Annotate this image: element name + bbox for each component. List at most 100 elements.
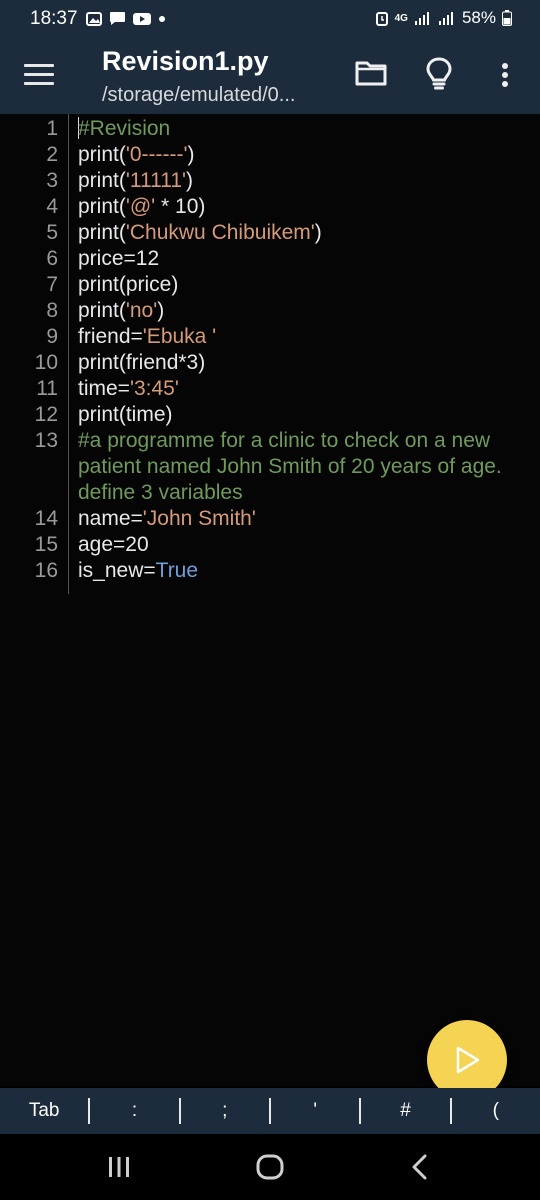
code-text: #a programme for a clinic to check on a …	[78, 428, 533, 506]
code-token: print(	[78, 169, 126, 192]
hint-button[interactable]	[422, 56, 456, 92]
code-token: )	[157, 299, 165, 322]
line-number: 16	[34, 559, 58, 582]
code-text: friend='Ebuka '	[78, 324, 216, 350]
menu-button[interactable]	[24, 64, 54, 88]
navigation-bar	[0, 1134, 540, 1200]
line-number: 3	[46, 169, 58, 192]
more-options-button[interactable]	[494, 58, 516, 92]
line-number: 1	[46, 117, 58, 140]
code-comment: #a programme for a clinic to check on a …	[78, 429, 502, 504]
code-token: print(	[78, 221, 126, 244]
alarm-icon	[375, 12, 388, 26]
file-title: Revision1.py	[102, 46, 269, 76]
battery-icon	[502, 10, 512, 26]
line-number: 7	[46, 273, 58, 296]
nav-home-icon	[256, 1154, 284, 1180]
code-token: * 10)	[155, 195, 206, 218]
network-type: 4G	[394, 12, 408, 24]
code-comment: #Revision	[78, 117, 171, 140]
code-text: print('0------')	[78, 142, 195, 168]
app-bar: Revision1.py /storage/emulated/0...	[0, 38, 540, 114]
more-vert-icon	[502, 63, 508, 87]
open-folder-button[interactable]	[354, 58, 388, 92]
code-text: name='John Smith'	[78, 506, 256, 532]
code-text: print(time)	[78, 402, 173, 428]
signal-icon	[414, 12, 429, 25]
code-token: age=20	[78, 533, 149, 556]
code-token: print(	[78, 195, 126, 218]
code-string: '@'	[125, 195, 156, 218]
signal-icon-2	[438, 12, 453, 25]
code-string: 'Ebuka '	[142, 325, 217, 348]
code-text: print('Chukwu Chibuikem')	[78, 220, 322, 246]
line-number: 13	[34, 429, 58, 452]
nav-back-icon	[412, 1154, 427, 1180]
play-icon	[456, 1046, 480, 1074]
symbol-bar: Tab:; ' #(	[0, 1088, 540, 1134]
code-text: #Revision	[78, 116, 170, 142]
code-string: 'no'	[125, 299, 158, 322]
code-token: name=	[78, 507, 143, 530]
folder-icon	[355, 61, 387, 86]
battery-level: 58%	[461, 8, 496, 27]
code-token: print(price)	[78, 273, 179, 296]
symbol-key[interactable]: Tab	[0, 1088, 88, 1134]
home-button[interactable]	[256, 1154, 284, 1185]
nav-recents-icon	[109, 1157, 129, 1177]
gutter-divider	[68, 114, 69, 594]
code-string: 'Chukwu Chibuikem'	[125, 221, 315, 244]
code-text: print(friend*3)	[78, 350, 205, 376]
menu-icon	[24, 64, 54, 85]
code-text: print('11111')	[78, 168, 193, 194]
code-token: )	[186, 169, 194, 192]
back-button[interactable]	[410, 1154, 430, 1185]
dot-icon	[159, 15, 165, 22]
code-token: time=	[78, 377, 130, 400]
status-time: 18:37	[30, 8, 78, 29]
line-number: 8	[46, 299, 58, 322]
symbol-key[interactable]: (	[452, 1088, 540, 1134]
code-string: '0------'	[125, 143, 188, 166]
code-token: )	[314, 221, 322, 244]
code-keyword: True	[155, 559, 199, 582]
code-text: is_new=True	[78, 558, 198, 584]
code-string: '3:45'	[129, 377, 179, 400]
code-token: print(time)	[78, 403, 173, 426]
code-text: print(price)	[78, 272, 178, 298]
code-text: price=12	[78, 246, 159, 272]
line-number: 14	[34, 507, 58, 530]
symbol-key[interactable]: :	[90, 1088, 178, 1134]
code-string: 'John Smith'	[142, 507, 256, 530]
symbol-key[interactable]: ;	[181, 1088, 269, 1134]
recents-button[interactable]	[106, 1156, 132, 1183]
lightbulb-icon	[426, 57, 452, 90]
symbol-key[interactable]: '	[271, 1088, 359, 1134]
line-number: 9	[46, 325, 58, 348]
code-text: print('@' * 10)	[78, 194, 205, 220]
code-token: price=12	[78, 247, 160, 270]
line-number: 6	[46, 247, 58, 270]
file-path: /storage/emulated/0...	[102, 84, 296, 106]
code-token: print(	[78, 143, 126, 166]
line-number: 2	[46, 143, 58, 166]
gallery-icon	[86, 11, 102, 26]
message-icon	[110, 12, 125, 25]
line-number: 11	[36, 377, 58, 400]
code-text: print('no')	[78, 298, 164, 324]
code-token: print(friend*3)	[78, 351, 206, 374]
symbol-key[interactable]: #	[361, 1088, 449, 1134]
code-token: friend=	[78, 325, 143, 348]
line-number: 4	[46, 195, 58, 218]
line-number: 5	[46, 221, 58, 244]
status-bar: 18:37 4G 58%	[0, 0, 540, 38]
code-string: '11111'	[125, 169, 187, 192]
youtube-icon	[133, 12, 151, 25]
code-token: )	[187, 143, 195, 166]
code-token: is_new=	[78, 559, 156, 582]
code-editor[interactable]: 1 #Revision 2 print('0------') 3 print('11111…	[0, 114, 540, 1086]
line-number: 10	[34, 351, 58, 374]
line-number: 12	[34, 403, 58, 426]
code-token: print(	[78, 299, 126, 322]
line-number: 15	[34, 533, 58, 556]
